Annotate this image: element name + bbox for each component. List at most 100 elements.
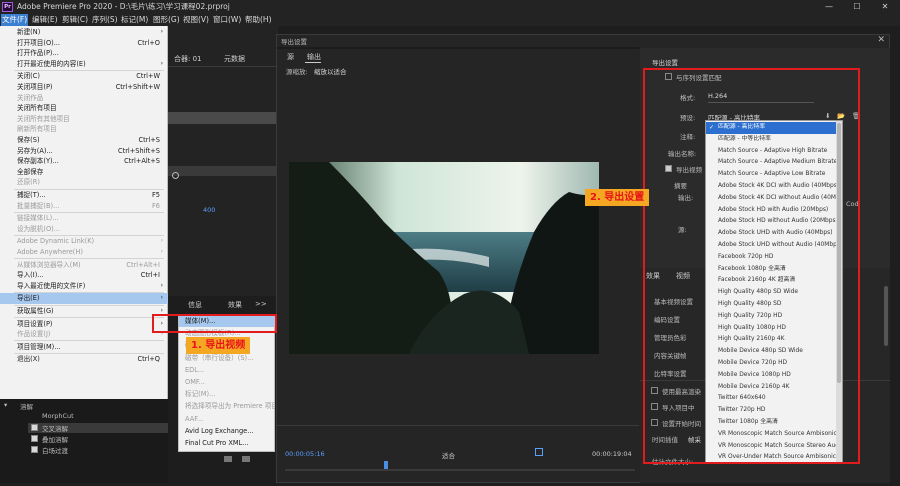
file-menu-item[interactable]: 获取属性(G) › [0, 306, 168, 317]
submenu-arrow-icon: › [160, 59, 163, 67]
file-menu-item[interactable]: 保存(S) Ctrl+S [0, 135, 168, 146]
effect-morphcut[interactable]: MorphCut [42, 412, 74, 420]
file-menu-item[interactable]: 链接媒体(L)... [0, 213, 168, 224]
shortcut-label: Ctrl+W [136, 72, 160, 81]
menu-sequence[interactable]: 序列(S) [92, 14, 118, 26]
file-menu-item-label: 获取属性(G) [17, 307, 54, 315]
tab-info[interactable]: 信息 [188, 300, 202, 310]
submenu-arrow-icon: › [160, 28, 163, 35]
export-submenu-item[interactable]: OMF... [179, 377, 275, 388]
file-menu-item[interactable]: 设为脱机(O)... [0, 224, 168, 235]
file-menu-item-label: 项目设置(P) [17, 319, 53, 328]
menu-clip[interactable]: 剪辑(C) [62, 14, 88, 26]
file-menu-item[interactable]: Adobe Anywhere(H) › [0, 247, 168, 258]
effect-cross-dissolve[interactable]: 交叉溶解 [42, 423, 68, 433]
file-menu-item-label: 关闭(C) [17, 72, 40, 81]
file-menu-item[interactable]: 另存为(A)... Ctrl+Shift+S [0, 146, 168, 157]
export-submenu-item[interactable]: 标记(M)... [179, 389, 275, 400]
file-menu-item-label: 导入(I)... [17, 271, 44, 280]
file-menu-item-label: 关闭所有项目 [17, 104, 57, 113]
timeline-scrubber[interactable] [285, 469, 635, 471]
file-menu-item[interactable]: 退出(X) Ctrl+Q [0, 354, 168, 365]
file-menu-item-label: 关闭作品 [17, 93, 44, 102]
file-menu-item[interactable]: 导入最近使用的文件(F) › [0, 281, 168, 292]
effects-folder-dissolve[interactable]: 溶解 [20, 401, 33, 411]
playhead-handle[interactable] [384, 461, 388, 469]
menu-graphics[interactable]: 图形(G) [153, 14, 180, 26]
export-submenu-item[interactable]: Final Cut Pro XML... [179, 438, 275, 449]
file-menu-item[interactable]: 导入(I)... Ctrl+I [0, 270, 168, 281]
file-menu-item[interactable]: 项目管理(M)... [0, 342, 168, 353]
file-menu-item[interactable]: 导出(E) › [0, 293, 168, 304]
file-menu-item[interactable]: 打开项目(O)... Ctrl+O [0, 38, 168, 49]
panel-tab-metadata[interactable]: 元数据 [224, 54, 245, 64]
tab-output[interactable]: 输出 [307, 52, 321, 62]
scrollbar[interactable] [884, 286, 888, 346]
panel-tab-sequence[interactable]: 合器: 01 [174, 54, 202, 64]
submenu-arrow-icon: › [160, 281, 163, 289]
effect-icon [31, 446, 38, 453]
tab-source[interactable]: 源 [287, 52, 294, 62]
file-menu-item-label: 项目管理(M)... [17, 342, 61, 351]
file-menu-item[interactable]: 全部保存 [0, 167, 168, 178]
file-menu-item[interactable]: Adobe Dynamic Link(K) › [0, 236, 168, 247]
effect-dip-to-white[interactable]: 白场过渡 [42, 445, 68, 455]
divider [168, 66, 278, 67]
file-menu-item-label: 保存副本(Y)... [17, 157, 59, 166]
file-menu-item[interactable]: 刷新所有项目 [0, 124, 168, 135]
source-scaling-dropdown[interactable]: 缩放以适合 [314, 66, 347, 76]
file-menu-item-label: 关闭所有其他项目 [17, 114, 70, 123]
file-menu-item[interactable]: 关闭项目(P) Ctrl+Shift+W [0, 82, 168, 93]
effect-icon [31, 424, 38, 431]
minimize-button[interactable]: — [815, 0, 843, 14]
file-menu-item-label: 另存为(A)... [17, 146, 53, 155]
effect-icon [31, 435, 38, 442]
file-menu-item-label: 捕捉(T)... [17, 191, 46, 199]
file-menu-item[interactable]: 从媒体浏览器导入(M) Ctrl+Alt+I [0, 260, 168, 271]
folder-open-icon: ▾ [4, 401, 8, 409]
file-menu-item[interactable]: 关闭所有项目 [0, 103, 168, 114]
export-submenu-item[interactable]: Avid Log Exchange... [179, 426, 275, 437]
file-menu-item[interactable]: 还原(R) [0, 177, 168, 188]
file-menu-item[interactable]: 保存副本(Y)... Ctrl+Alt+S [0, 156, 168, 167]
tab-effects[interactable]: 效果 [228, 300, 242, 310]
maximize-button[interactable]: ☐ [843, 0, 871, 14]
file-menu-item[interactable]: 打开作品(P)... [0, 48, 168, 59]
menu-edit[interactable]: 编辑(E) [32, 14, 58, 26]
file-menu-item[interactable]: 关闭(C) Ctrl+W [0, 71, 168, 82]
dialog-close-button[interactable]: ✕ [877, 35, 885, 45]
new-item-icon[interactable] [242, 456, 250, 462]
file-menu-item[interactable]: 批量捕捉(B)... F6 [0, 201, 168, 212]
close-window-button[interactable]: ✕ [871, 0, 899, 14]
end-timecode: 00:00:19:04 [592, 450, 632, 458]
menu-help[interactable]: 帮助(H) [245, 14, 272, 26]
panel-overflow-button[interactable]: >> [255, 300, 267, 308]
source-scaling-label: 源缩放: [286, 68, 308, 76]
export-submenu-item[interactable]: 磁带（串行设备）(S)... [179, 353, 275, 364]
file-menu-item-label: 导入最近使用的文件(F) [17, 281, 86, 290]
menu-marker[interactable]: 标记(M) [121, 14, 148, 26]
file-menu-item[interactable]: 打开最近使用的内容(E) › [0, 59, 168, 70]
submenu-arrow-icon: › [160, 294, 163, 302]
export-submenu-item[interactable]: AAF... [179, 414, 275, 425]
export-submenu-item[interactable]: EDL... [179, 365, 275, 376]
file-menu-item[interactable]: 捕捉(T)... F5 [0, 190, 168, 201]
submenu-arrow-icon: › [160, 248, 163, 255]
file-menu-item[interactable]: 项目设置(P) › [0, 319, 168, 330]
ocean-scene-image [289, 162, 599, 354]
folder-icon[interactable] [224, 456, 232, 462]
fit-dropdown[interactable]: 适合 [442, 450, 455, 460]
file-menu-item[interactable]: 新建(N) › [0, 27, 168, 38]
effect-additive-dissolve[interactable]: 叠加溶解 [42, 434, 68, 444]
menu-file[interactable]: 文件(F) [1, 14, 29, 26]
menu-window[interactable]: 窗口(W) [213, 14, 241, 26]
file-menu-item[interactable]: 关闭所有其他项目 [0, 114, 168, 125]
playhead-icon[interactable] [172, 172, 179, 179]
crop-icon[interactable] [535, 448, 543, 456]
file-menu-item[interactable]: 关闭作品 [0, 93, 168, 104]
current-timecode[interactable]: 00:00:05:16 [285, 450, 325, 458]
shortcut-label: Ctrl+Shift+W [115, 83, 160, 91]
menu-view[interactable]: 视图(V) [183, 14, 209, 26]
export-submenu-item[interactable]: 将选择项导出为 Premiere 项目... [179, 401, 275, 412]
file-menu-item[interactable]: 作品设置(J) › [0, 329, 168, 340]
